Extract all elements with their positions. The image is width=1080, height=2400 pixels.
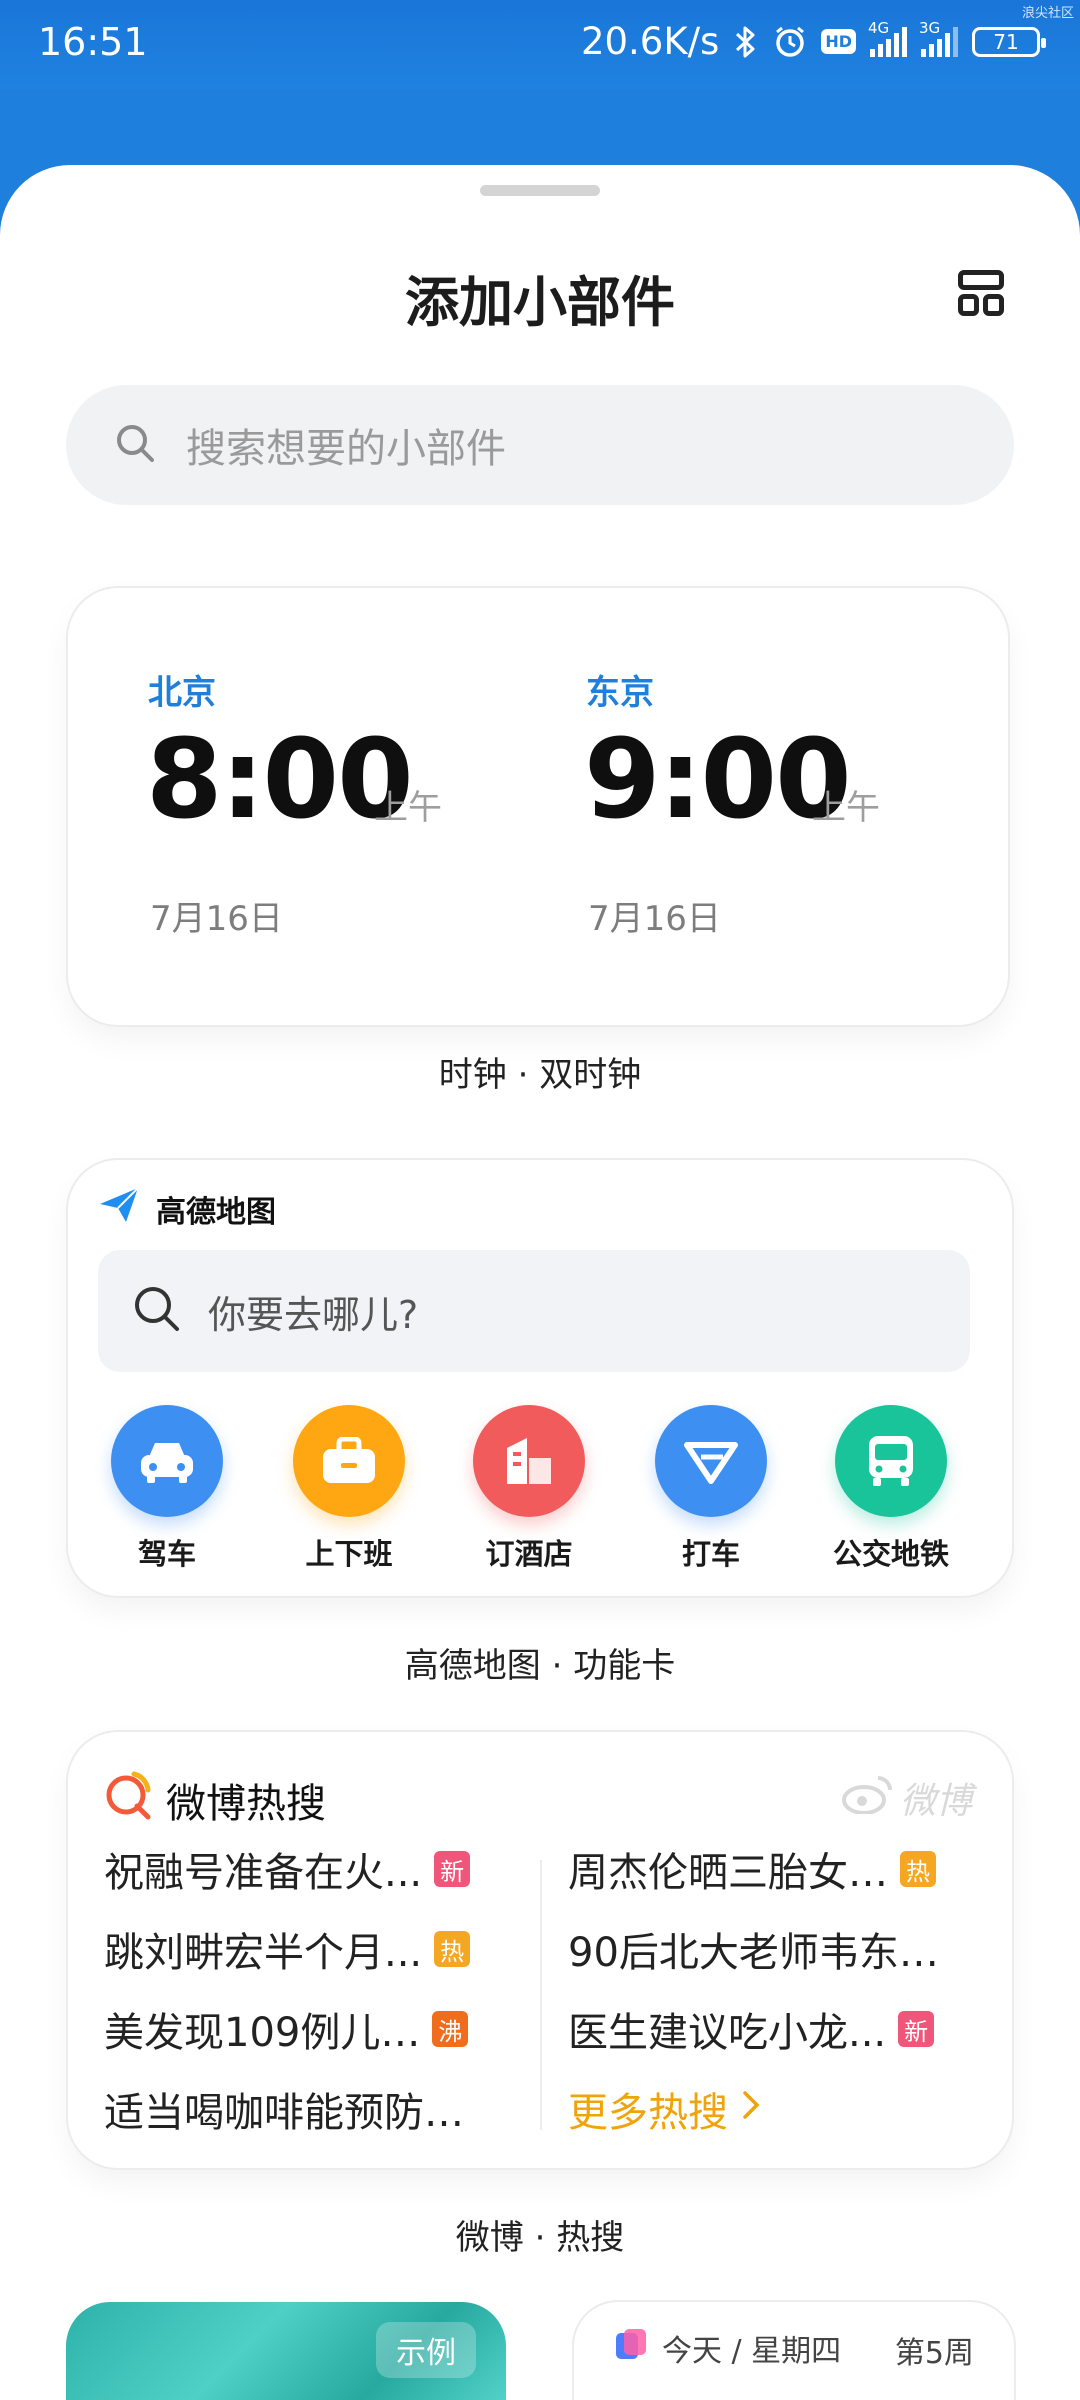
hd-badge: HD — [821, 29, 856, 54]
search-icon — [114, 422, 156, 468]
status-time: 16:51 — [38, 20, 148, 64]
weibo-title: 微博热搜 — [166, 1781, 326, 1827]
add-widget-sheet: 添加小部件 搜索想要的小部件 北京 8:00 上午 7月16日 东京 9:00 … — [0, 165, 1080, 2400]
search-icon — [132, 1284, 182, 1338]
hot-badge: 热 — [900, 1851, 936, 1887]
amap-widget-card[interactable]: 高德地图 你要去哪儿? 驾车 上下班 订酒店 打车 公交地铁 — [68, 1160, 1012, 1596]
signal-3g-icon: 3G — [919, 19, 958, 57]
weibo-widget-card[interactable]: 微博热搜 微博 祝融号准备在火... 新 跳刘畊宏半个月... 热 美发现109… — [68, 1732, 1012, 2168]
hot-search-item[interactable]: 90后北大老师韦东… — [568, 1920, 939, 1978]
weibo-logo-icon — [840, 1774, 894, 1823]
search-placeholder: 搜索想要的小部件 — [186, 426, 506, 472]
car-icon — [111, 1405, 223, 1517]
boil-badge: 沸 — [432, 2011, 469, 2047]
amap-fn-hotel[interactable]: 订酒店 — [454, 1405, 604, 1573]
fn-label: 公交地铁 — [832, 1537, 949, 1571]
amap-fn-taxi[interactable]: 打车 — [636, 1405, 786, 1573]
signal-4g-icon: 4G — [868, 19, 907, 57]
hot-search-item[interactable]: 周杰伦晒三胎女… 热 — [568, 1840, 936, 1898]
clock-date-2: 7月16日 — [588, 899, 721, 939]
amap-search-input[interactable]: 你要去哪儿? — [98, 1250, 970, 1372]
calendar-header: 今天 / 星期四 — [614, 2326, 841, 2370]
hotel-icon — [473, 1405, 585, 1517]
weibo-brand: 微博 — [840, 1772, 972, 1824]
fn-label: 驾车 — [137, 1537, 196, 1571]
status-icons: 20.6K/s HD 4G 3G 71 — [580, 19, 1046, 63]
more-hot-search-link[interactable]: 更多热搜 — [568, 2080, 762, 2138]
clock-ampm-1: 上午 — [374, 788, 442, 828]
status-bar: 16:51 浪尖社区 20.6K/s HD 4G 3G 71 — [0, 0, 1080, 90]
new-badge: 新 — [898, 2011, 935, 2047]
bluetooth-icon — [733, 25, 759, 59]
hot-search-item[interactable]: 医生建议吃小龙... 新 — [568, 2000, 935, 2058]
clock-time-2: 9:00 — [584, 715, 852, 843]
fn-label: 订酒店 — [485, 1537, 573, 1571]
watermark: 浪尖社区 — [1021, 6, 1074, 21]
weibo-widget-caption: 微博 · 热搜 — [455, 2218, 625, 2258]
chevron-right-icon — [740, 2086, 762, 2132]
clock-widget-card[interactable]: 北京 8:00 上午 7月16日 东京 9:00 上午 7月16日 — [68, 588, 1008, 1025]
clock-city-1: 北京 — [148, 673, 216, 713]
search-input[interactable]: 搜索想要的小部件 — [66, 385, 1014, 505]
page-title: 添加小部件 — [405, 271, 675, 334]
clock-date-1: 7月16日 — [150, 899, 283, 939]
calendar-week: 第5周 — [894, 2336, 974, 2371]
sample-tag: 示例 — [376, 2322, 476, 2378]
new-badge: 新 — [434, 1851, 471, 1887]
taxi-icon — [655, 1405, 767, 1517]
fn-label: 打车 — [681, 1537, 740, 1571]
fn-label: 上下班 — [305, 1537, 393, 1571]
calendar-today: 今天 / 星期四 — [662, 2334, 842, 2369]
amap-fn-bus[interactable]: 公交地铁 — [816, 1405, 966, 1573]
amap-search-placeholder: 你要去哪儿? — [208, 1292, 419, 1337]
calendar-widget-card[interactable]: 今天 / 星期四 第5周 — [574, 2302, 1014, 2400]
alarm-icon — [773, 25, 807, 59]
amap-header: 高德地图 — [98, 1186, 276, 1232]
weibo-header: 微博热搜 — [104, 1770, 326, 1830]
hot-badge: 热 — [434, 1931, 471, 1967]
network-speed: 20.6K/s — [580, 20, 720, 63]
clock-ampm-2: 上午 — [812, 788, 880, 828]
hot-search-item[interactable]: 适当喝咖啡能预防… — [104, 2080, 464, 2138]
amap-fn-drive[interactable]: 驾车 — [92, 1405, 242, 1573]
battery-icon: 71 — [972, 26, 1046, 57]
hot-search-item[interactable]: 美发现109例儿… 沸 — [104, 2000, 469, 2058]
hot-search-item[interactable]: 跳刘畊宏半个月... 热 — [104, 1920, 471, 1978]
clock-widget-caption: 时钟 · 双时钟 — [438, 1055, 642, 1095]
divider — [540, 1860, 542, 2130]
briefcase-icon — [293, 1405, 405, 1517]
widget-grid-icon[interactable] — [958, 270, 1004, 316]
drag-handle[interactable] — [480, 185, 600, 196]
clock-city-2: 东京 — [586, 673, 654, 713]
bus-icon — [835, 1405, 947, 1517]
hot-search-item[interactable]: 祝融号准备在火... 新 — [104, 1840, 471, 1898]
calendar-app-icon — [614, 2327, 648, 2369]
weibo-hot-search-icon — [104, 1770, 154, 1830]
amap-app-name: 高德地图 — [156, 1195, 276, 1230]
amap-widget-caption: 高德地图 · 功能卡 — [404, 1646, 676, 1686]
amap-fn-commute[interactable]: 上下班 — [274, 1405, 424, 1573]
photo-widget-card[interactable]: 示例 — [66, 2302, 506, 2400]
clock-time-1: 8:00 — [146, 715, 414, 843]
amap-logo-icon — [98, 1186, 140, 1232]
